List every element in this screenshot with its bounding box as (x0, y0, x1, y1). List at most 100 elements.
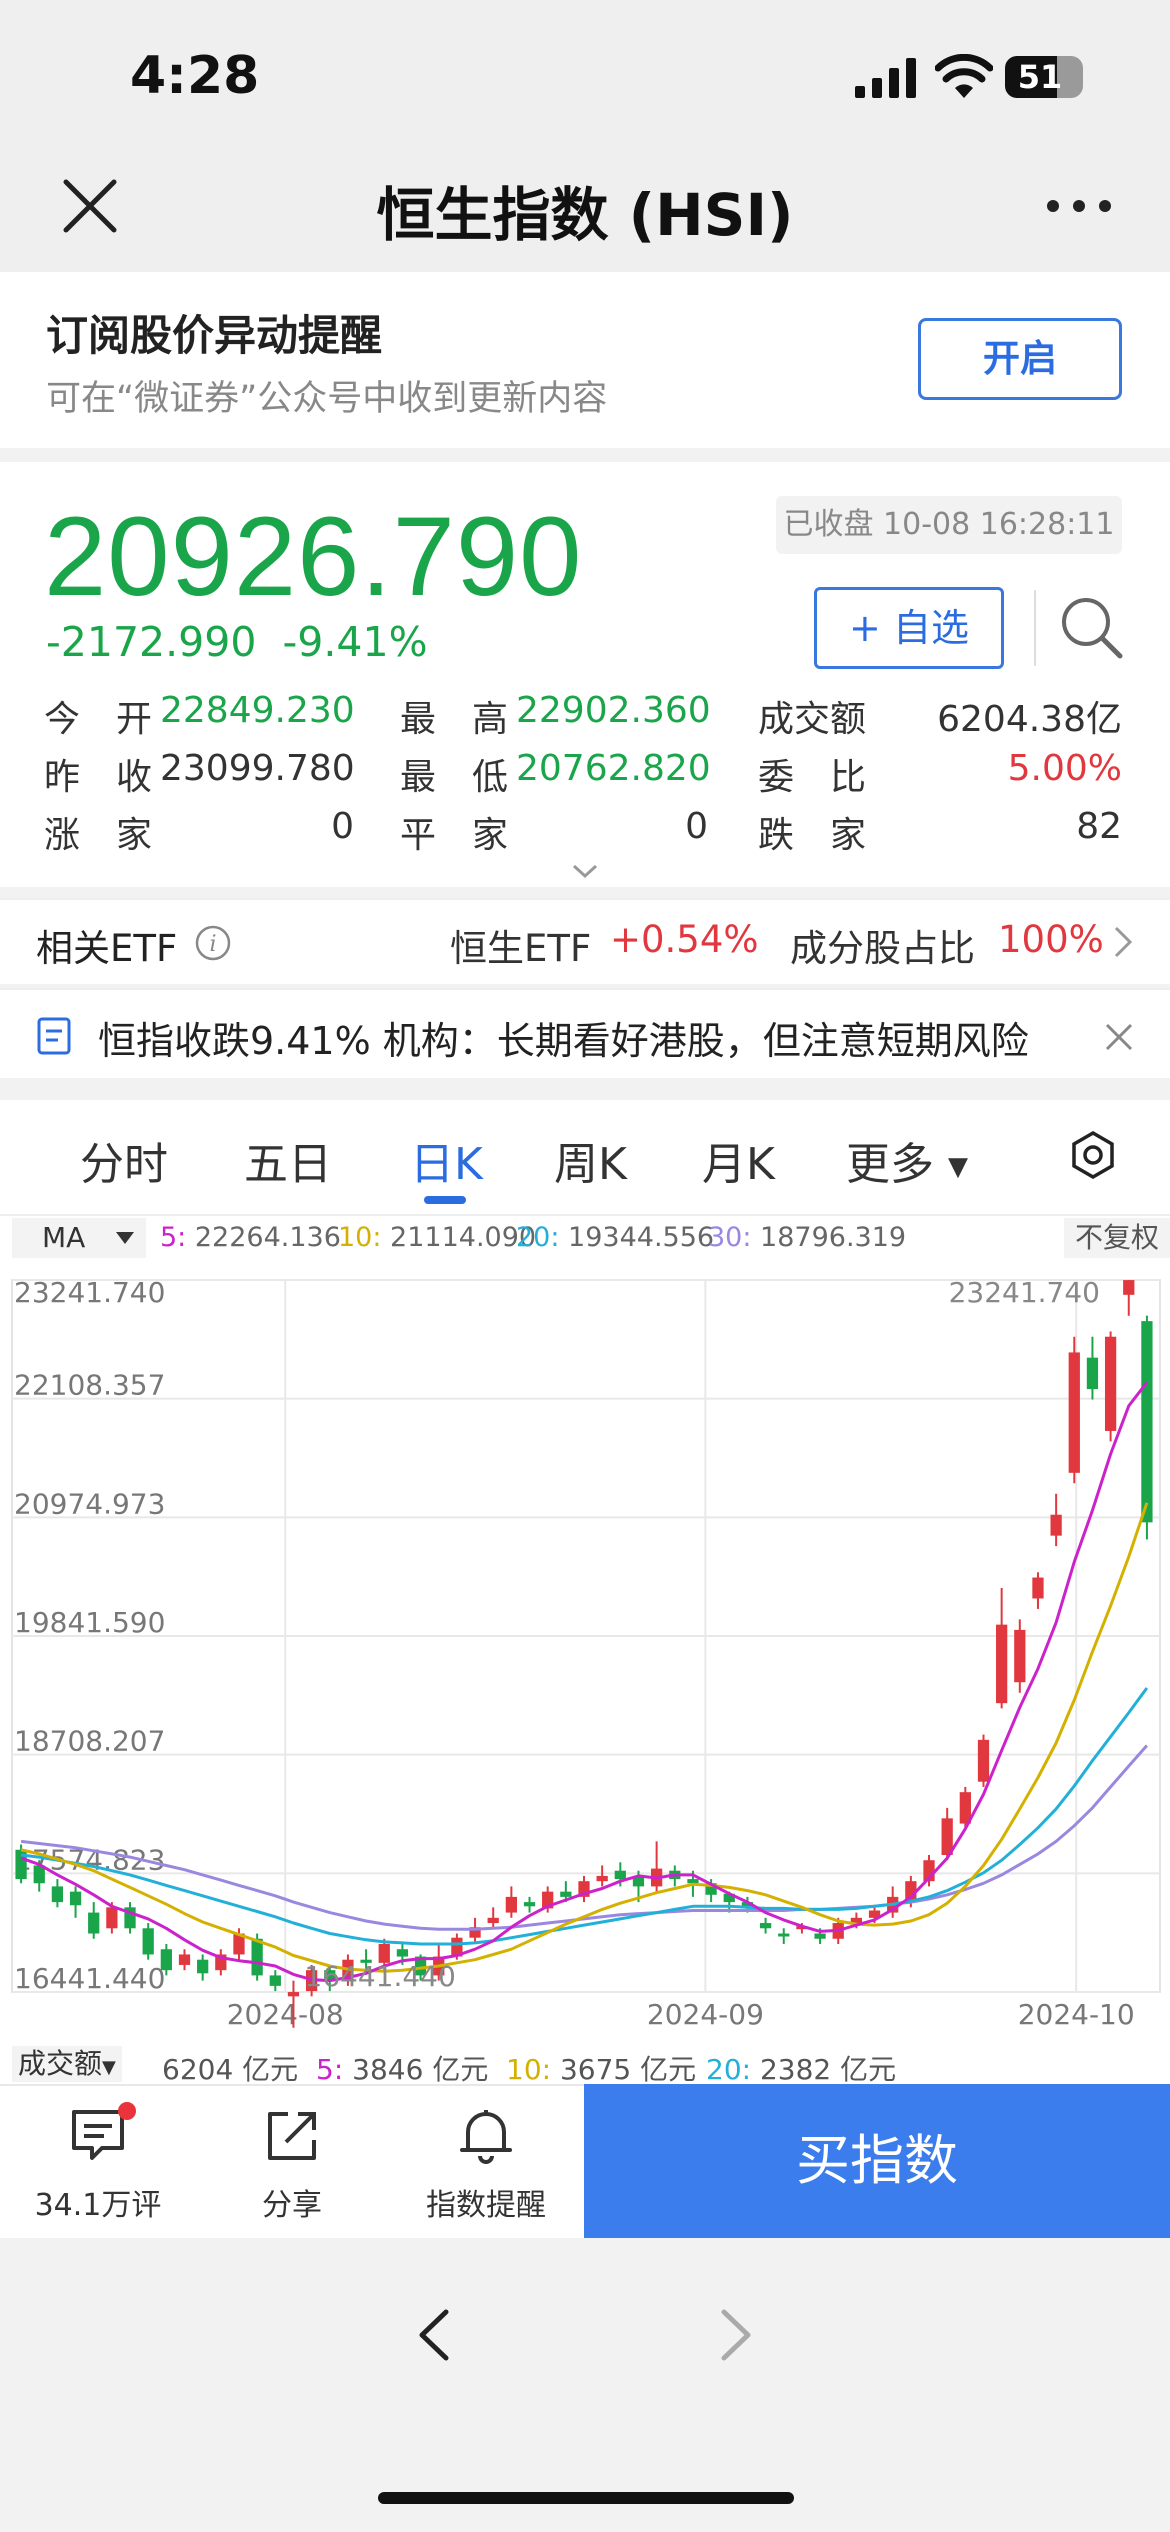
cellular-signal-icon (855, 58, 916, 98)
candle-body (251, 1938, 263, 1976)
price-adjustment-toggle[interactable]: 不复权 (1064, 1218, 1170, 1258)
open-value: 22849.230 (160, 690, 355, 731)
expand-chevron-icon[interactable] (570, 862, 600, 880)
info-icon[interactable]: i (194, 924, 232, 962)
order-ratio-label: 委 比 (758, 757, 867, 798)
y-tick-label: 19841.590 (14, 1606, 165, 1639)
news-headline[interactable]: 恒指收跌9.41% 机构：长期看好港股，但注意短期风险 (98, 1010, 1029, 1065)
tab-intraday[interactable]: 分时 (80, 1128, 168, 1192)
volume-ma5-label: 5: (316, 2053, 344, 2086)
active-tab-indicator (424, 1196, 466, 1204)
candle-body (977, 1739, 990, 1782)
svg-text:i: i (209, 932, 216, 957)
ma30-value: 18796.319 (760, 1222, 907, 1253)
status-time: 4:28 (130, 46, 260, 106)
y-tick-label: 20974.973 (14, 1487, 165, 1520)
settings-icon[interactable] (1068, 1130, 1118, 1180)
volume-selector-label: 成交额 (18, 2047, 103, 2080)
candle-body (69, 1891, 82, 1906)
prev-close-value: 23099.780 (160, 748, 355, 789)
ma20-legend: 20: 19344.556 (516, 1222, 714, 1253)
dropdown-triangle-icon (116, 1232, 134, 1244)
back-arrow-icon[interactable] (416, 2308, 452, 2362)
etf-fund-change: +0.54% (610, 918, 759, 961)
market-status-badge: 已收盘 10-08 16:28:11 (776, 496, 1122, 554)
low-label: 最 低 (400, 757, 509, 798)
candle-body (1141, 1321, 1153, 1523)
close-news-icon[interactable] (1104, 1022, 1134, 1052)
comments-count: 34.1万评 (34, 2188, 162, 2223)
share-button[interactable]: 分享 (202, 2104, 382, 2224)
candle-body (1050, 1514, 1062, 1536)
forward-arrow-icon[interactable] (718, 2308, 754, 2362)
max-price-label: 23241.740 (949, 1276, 1100, 1309)
candle-body (1104, 1336, 1117, 1431)
turnover-label: 成交额 (758, 699, 867, 740)
tab-weekly-k[interactable]: 周K (554, 1128, 627, 1192)
chevron-right-icon[interactable] (1112, 924, 1134, 960)
search-icon[interactable] (1058, 594, 1124, 660)
candle-body (1032, 1577, 1044, 1599)
ma5-value: 22264.136 (194, 1222, 341, 1253)
advancers-value: 0 (331, 806, 354, 847)
candle-body (778, 1933, 790, 1937)
ma20-label: 20: (516, 1222, 560, 1253)
candle-body (178, 1954, 191, 1965)
enable-alert-button[interactable]: 开启 (918, 318, 1122, 400)
x-tick-label: 2024-08 (227, 1998, 344, 2031)
volume-ma10: 10: 3675 亿元 (506, 2048, 696, 2088)
etf-weight-value: 100% (998, 918, 1104, 961)
advancers-label: 涨 家 (44, 815, 153, 856)
order-ratio-value: 5.00% (1007, 748, 1122, 789)
volume-selector[interactable]: 成交额▼ (12, 2046, 122, 2082)
index-alert-button[interactable]: 指数提醒 (396, 2104, 576, 2224)
index-alert-label: 指数提醒 (426, 2188, 546, 2223)
candle-body (505, 1896, 517, 1913)
decliners-value: 82 (1076, 806, 1122, 847)
ma5-legend: 5: 22264.136 (160, 1222, 341, 1253)
candle-body (614, 1870, 626, 1880)
subscribe-title: 订阅股价异动提醒 (46, 311, 383, 360)
candle-body (396, 1949, 409, 1957)
volume-ma5: 5: 3846 亿元 (316, 2048, 488, 2088)
divider (1034, 590, 1036, 666)
candle-body (596, 1875, 608, 1882)
volume-ma20: 20: 2382 亿元 (706, 2048, 896, 2088)
candle-body (687, 1879, 699, 1884)
add-to-watchlist-button[interactable]: + 自选 (814, 587, 1004, 669)
unchanged-value: 0 (685, 806, 708, 847)
buy-index-button[interactable]: 买指数 (584, 2084, 1170, 2238)
more-options-icon[interactable] (1045, 196, 1113, 216)
tab-more[interactable]: 更多 ▼ (846, 1128, 968, 1192)
tab-five-day[interactable]: 五日 (244, 1128, 332, 1192)
candle-body (487, 1917, 499, 1924)
low-value: 20762.820 (516, 748, 711, 789)
x-tick-label: 2024-10 (1018, 1998, 1135, 2031)
related-etf-label: 相关ETF (36, 927, 178, 970)
browser-toolbar (0, 2238, 1170, 2532)
tab-monthly-k[interactable]: 月K (702, 1128, 775, 1192)
battery-icon: 51 (1005, 56, 1083, 98)
comments-button[interactable]: 34.1万评 (8, 2104, 188, 2224)
tab-daily-k[interactable]: 日K (410, 1128, 483, 1192)
index-price: 20926.790 (44, 494, 583, 619)
y-tick-label: 16441.440 (14, 1962, 165, 1995)
caret-down-icon: ▼ (948, 1152, 968, 1182)
candlestick-chart[interactable]: 23241.740 22108.357 20974.973 19841.590 1870… (0, 1260, 1170, 2042)
high-label: 最 高 (400, 699, 509, 740)
price-change: -2172.990 -9.41% (46, 618, 428, 666)
candle-body (269, 1975, 281, 1986)
wifi-icon (935, 54, 993, 98)
candle-body (160, 1949, 172, 1971)
dropdown-triangle-icon: ▼ (102, 2057, 116, 2078)
volume-ma20-value: 2382 亿元 (759, 2053, 897, 2086)
candle-body (1123, 1280, 1135, 1295)
y-tick-label: 23241.740 (14, 1276, 165, 1309)
etf-fund-name: 恒生ETF (450, 927, 592, 970)
volume-ma20-label: 20: (706, 2053, 752, 2086)
candle-body (1014, 1629, 1026, 1683)
decliners-label: 跌 家 (758, 815, 867, 856)
candle-body (1086, 1357, 1099, 1390)
etf-weight-label: 成分股占比 (790, 927, 975, 970)
share-label: 分享 (262, 2188, 322, 2223)
